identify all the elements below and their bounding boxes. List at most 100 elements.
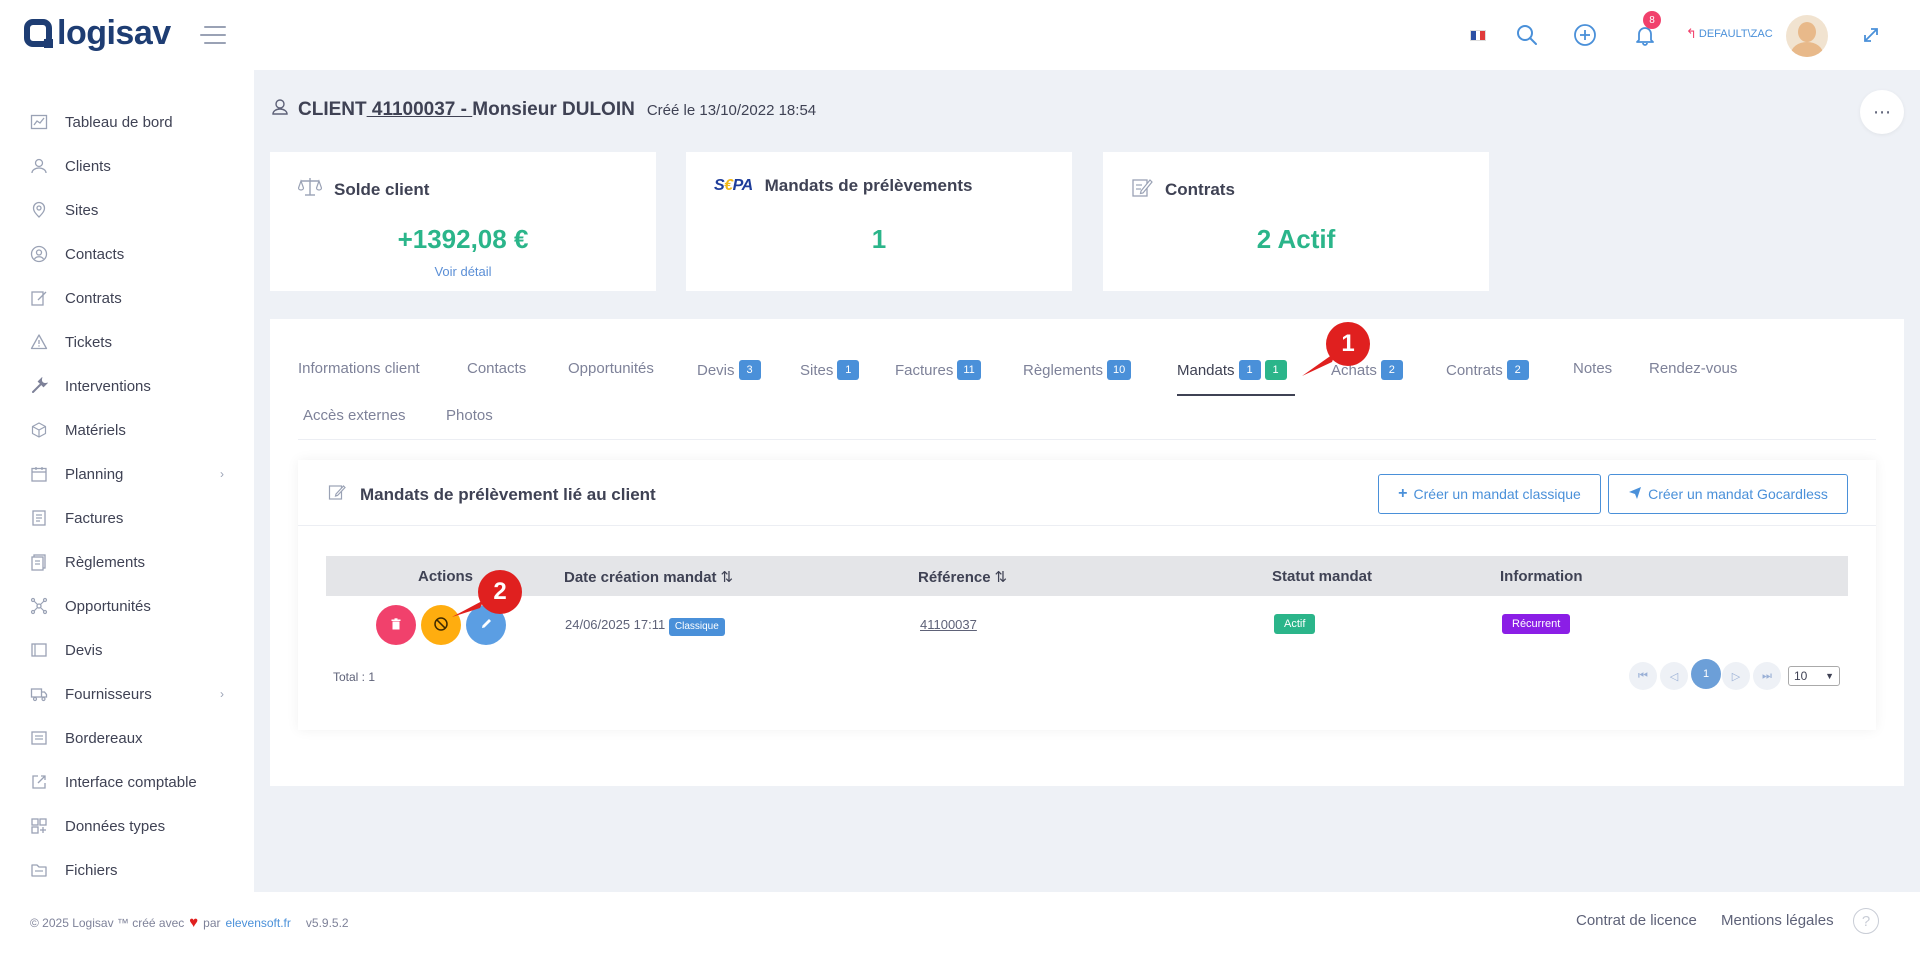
chevron-right-icon: ›: [220, 467, 224, 481]
sidebar-item-opportunites[interactable]: Opportunités: [0, 584, 254, 628]
help-icon[interactable]: ?: [1853, 908, 1879, 934]
sidebar-item-bordereaux[interactable]: Bordereaux: [0, 716, 254, 760]
menu-toggle-icon[interactable]: [200, 26, 226, 44]
page-size-select[interactable]: 10 ▼: [1788, 666, 1840, 686]
tab-count-badge: 11: [957, 360, 981, 380]
calendar-icon: [29, 464, 49, 484]
tab-count-badge: 2: [1506, 360, 1529, 380]
sidebar-item-contacts[interactable]: Contacts: [0, 232, 254, 276]
last-page-button[interactable]: ⏭: [1753, 662, 1781, 690]
tab-contacts[interactable]: Contacts: [467, 360, 526, 377]
sidebar-item-interventions[interactable]: Interventions: [0, 364, 254, 408]
tab-factures[interactable]: Factures 11: [895, 360, 981, 380]
first-page-button[interactable]: ⏮: [1629, 662, 1657, 690]
sidebar-item-donnees-types[interactable]: Données types: [0, 804, 254, 848]
tab-acces-externes[interactable]: Accès externes: [303, 407, 406, 424]
sidebar-item-clients[interactable]: Clients: [0, 144, 254, 188]
copyright-text: © 2025 Logisav ™ créé avec: [30, 915, 185, 930]
active-tab-indicator: [1177, 394, 1295, 396]
tab-devis[interactable]: Devis 3: [697, 360, 761, 380]
sidebar-item-label: Fichiers: [65, 861, 118, 879]
title-prefix: CLIENT: [298, 99, 367, 120]
tab-notes[interactable]: Notes: [1573, 360, 1612, 377]
col-date-creation[interactable]: Date création mandat ⇅: [564, 568, 734, 587]
grid-add-icon: [29, 816, 49, 836]
payments-icon: [29, 552, 49, 572]
sidebar-item-label: Matériels: [65, 421, 126, 439]
sidebar-item-fichiers[interactable]: Fichiers: [0, 848, 254, 892]
quote-icon: [29, 640, 49, 660]
tab-photos[interactable]: Photos: [446, 407, 493, 424]
sidebar-item-tableau-de-bord[interactable]: Tableau de bord: [0, 100, 254, 144]
sepa-logo: S€PA: [714, 177, 753, 194]
external-link-icon: [29, 772, 49, 792]
footer: © 2025 Logisav ™ créé avec ♥ par elevens…: [0, 892, 1920, 953]
box-icon: [29, 420, 49, 440]
tab-sites[interactable]: Sites 1: [800, 360, 860, 380]
tab-active-count-badge: 1: [1264, 360, 1287, 380]
author-link[interactable]: elevensoft.fr: [226, 916, 291, 930]
sidebar-item-fournisseurs[interactable]: Fournisseurs ›: [0, 672, 254, 716]
create-gocardless-mandate-button[interactable]: Créer un mandat Gocardless: [1608, 474, 1848, 514]
delete-mandate-button[interactable]: [376, 605, 416, 645]
contracts-card-title: Contrats: [1165, 179, 1235, 199]
sidebar-item-sites[interactable]: Sites: [0, 188, 254, 232]
user-label: DEFAULT\ZAC: [1698, 28, 1773, 40]
next-page-button[interactable]: ▷: [1722, 662, 1750, 690]
sidebar-item-devis[interactable]: Devis: [0, 628, 254, 672]
total-count: Total : 1: [333, 670, 376, 684]
sidebar-item-factures[interactable]: Factures: [0, 496, 254, 540]
tab-count-badge: 2: [1380, 360, 1403, 380]
create-classic-mandate-button[interactable]: + Créer un mandat classique: [1378, 474, 1601, 514]
french-flag-icon[interactable]: [1470, 30, 1486, 41]
view-detail-link[interactable]: Voir détail: [270, 264, 656, 279]
avatar[interactable]: [1786, 15, 1828, 57]
tab-reglements[interactable]: Règlements 10: [1023, 360, 1132, 380]
sidebar: Tableau de bord Clients Sites Contacts C…: [0, 70, 254, 892]
sidebar-item-planning[interactable]: Planning ›: [0, 452, 254, 496]
sidebar-item-label: Clients: [65, 157, 111, 175]
sidebar-item-contrats[interactable]: Contrats: [0, 276, 254, 320]
table-header: Actions Date création mandat ⇅ Référence ⇅…: [326, 556, 1848, 596]
tab-rendez-vous[interactable]: Rendez-vous: [1649, 360, 1737, 377]
col-actions: Actions: [418, 568, 474, 585]
section-divider: [298, 525, 1876, 526]
sidebar-item-reglements[interactable]: Règlements: [0, 540, 254, 584]
legal-mentions-link[interactable]: Mentions légales: [1721, 912, 1834, 929]
notification-count-badge: 8: [1643, 11, 1661, 29]
tab-contrats[interactable]: Contrats 2: [1446, 360, 1529, 380]
contract-edit-icon: [1131, 176, 1153, 203]
tab-mandats[interactable]: Mandats 1 1: [1177, 360, 1287, 380]
sort-icon: ⇅: [720, 569, 734, 586]
more-options-button[interactable]: ⋯: [1860, 90, 1904, 134]
section-title: Mandats de prélèvement lié au client: [360, 484, 656, 504]
sidebar-item-interface-comptable[interactable]: Interface comptable: [0, 760, 254, 804]
user-switch-link[interactable]: ↰ DEFAULT\ZAC: [1686, 26, 1773, 42]
sidebar-item-tickets[interactable]: Tickets: [0, 320, 254, 364]
client-number-link[interactable]: 41100037 -: [367, 99, 473, 120]
tab-count-badge: 1: [837, 360, 860, 380]
add-circle-icon[interactable]: [1570, 20, 1600, 50]
mandates-card: S€PA Mandats de prélèvements 1: [686, 152, 1072, 291]
sidebar-item-label: Contacts: [65, 245, 125, 263]
contract-icon: [29, 288, 49, 308]
logo-mark-icon: [24, 19, 53, 48]
page-button-current[interactable]: 1: [1691, 659, 1721, 689]
balance-card-title: Solde client: [334, 179, 430, 199]
mandate-reference-link[interactable]: 41100037: [920, 617, 977, 632]
status-badge: Actif: [1274, 614, 1316, 634]
tab-opportunites[interactable]: Opportunités: [568, 360, 654, 377]
contacts-icon: [29, 244, 49, 264]
chevron-right-icon: ›: [220, 687, 224, 701]
logo[interactable]: logisav: [24, 16, 171, 50]
search-icon[interactable]: [1512, 20, 1542, 50]
fullscreen-icon[interactable]: [1856, 20, 1886, 50]
contracts-card: Contrats 2 Actif: [1103, 152, 1489, 291]
tab-informations-client[interactable]: Informations client: [298, 360, 420, 377]
sidebar-item-materiels[interactable]: Matériels: [0, 408, 254, 452]
license-link[interactable]: Contrat de licence: [1576, 912, 1697, 929]
col-reference[interactable]: Référence ⇅: [918, 568, 1007, 587]
prev-page-button[interactable]: ◁: [1660, 662, 1688, 690]
callout-pointer-1: [1302, 352, 1336, 376]
sidebar-item-label: Devis: [65, 641, 103, 659]
